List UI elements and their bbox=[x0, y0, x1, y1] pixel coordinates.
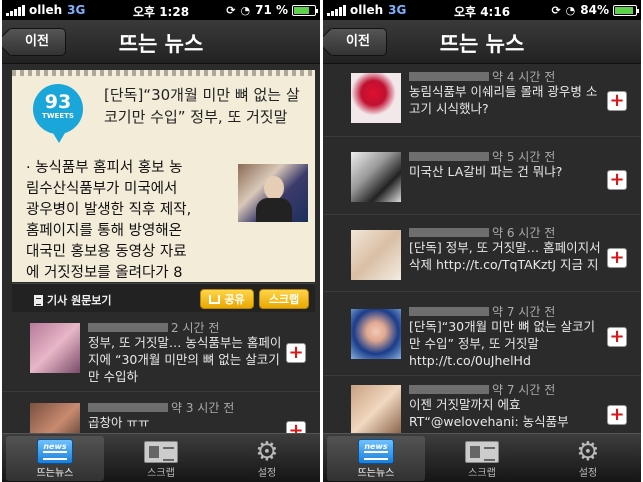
news-icon: news bbox=[357, 439, 394, 464]
username-blurred bbox=[88, 323, 168, 332]
battery-icon bbox=[613, 4, 639, 16]
post-text: 미국산 LA갈비 파는 건 뭐냐? bbox=[409, 164, 563, 179]
gear-icon: ⚙ bbox=[255, 437, 279, 467]
post-text: [단독] 정부, 또 거짓말… 홈페이지서 삭제 http://t.co/TqT… bbox=[409, 240, 601, 272]
rotation-lock-icon: ⟳ bbox=[226, 3, 236, 17]
post-time: 약 5 시간 전 bbox=[492, 150, 556, 164]
list-item[interactable]: 약 7 시간 전 이젠 거짓말까지 에효 RT“@welovehani: 농식품… bbox=[323, 377, 641, 437]
avatar bbox=[351, 385, 401, 435]
list-item[interactable]: 약 4 시간 전 농림식품부 이쉐리들 몰래 광우병 소고기 시식했나? + bbox=[323, 65, 641, 137]
username-blurred bbox=[409, 228, 489, 237]
post-text: [단독]“30개월 미만 뼈 없는 살코기만 수입” 정부, 또 거짓말 htt… bbox=[409, 319, 596, 368]
left-screen: olleh 3G 오후 1:28 ⟳ ◔ 71 % 이전 뜨는 뉴스 93 TW… bbox=[2, 0, 320, 482]
share-icon bbox=[209, 295, 221, 304]
avatar bbox=[30, 323, 80, 373]
tab-settings[interactable]: ⚙ 설정 bbox=[535, 434, 641, 482]
alarm-icon: ◔ bbox=[240, 3, 251, 17]
gear-icon: ⚙ bbox=[576, 437, 600, 467]
avatar bbox=[351, 309, 401, 359]
status-bar: olleh 3G 오후 1:28 ⟳ ◔ 71 % bbox=[2, 0, 320, 20]
username-blurred bbox=[409, 385, 489, 394]
post-time: 약 7 시간 전 bbox=[492, 305, 556, 319]
body-line: 대국민 홍보용 동영상 자료 bbox=[26, 244, 187, 260]
list-item[interactable]: 약 5 시간 전 미국산 LA갈비 파는 건 뭐냐? + bbox=[323, 138, 641, 215]
scrap-icon bbox=[464, 441, 499, 463]
post-text: 정부, 또 거짓말… 농식품부는 홈페이지에 “30개월 미만의 뼈 없는 살코… bbox=[88, 335, 282, 384]
tab-scrap[interactable]: 스크랩 bbox=[108, 434, 214, 482]
original-article-link[interactable]: 기사 원문보기 bbox=[34, 292, 112, 308]
rotation-lock-icon: ⟳ bbox=[551, 3, 561, 17]
username-blurred bbox=[409, 152, 489, 161]
share-button[interactable]: 공유 bbox=[200, 289, 254, 309]
tab-scrap[interactable]: 스크랩 bbox=[429, 434, 535, 482]
post-time: 약 6 시간 전 bbox=[492, 226, 556, 240]
tab-settings[interactable]: ⚙ 설정 bbox=[214, 434, 320, 482]
document-icon bbox=[34, 294, 43, 306]
article-action-bar: 기사 원문보기 공유 스크랩 bbox=[12, 283, 315, 312]
tab-bar: news 뜨는뉴스 스크랩 ⚙ 설정 bbox=[323, 433, 641, 482]
nav-bar: 이전 뜨는 뉴스 bbox=[2, 20, 320, 64]
nav-bar: 이전 뜨는 뉴스 bbox=[323, 20, 641, 64]
post-time: 약 3 시간 전 bbox=[171, 401, 235, 415]
battery-percent: 84% bbox=[580, 3, 609, 17]
tweet-count-badge: 93 TWEETS bbox=[33, 84, 83, 143]
alarm-icon: ◔ bbox=[565, 3, 576, 17]
add-button[interactable]: + bbox=[607, 91, 627, 111]
post-text: 곱창아 ㅠㅠ bbox=[88, 415, 150, 430]
body-line: 홈페이지를 통해 방영해온 bbox=[26, 223, 182, 239]
post-time: 약 4 시간 전 bbox=[492, 70, 556, 84]
avatar bbox=[351, 152, 401, 202]
status-bar: olleh 3G 오후 4:16 ⟳ ◔ 84% bbox=[323, 0, 641, 20]
username-blurred bbox=[88, 403, 168, 412]
add-button[interactable]: + bbox=[607, 405, 627, 425]
tab-trending-news[interactable]: news 뜨는뉴스 bbox=[323, 434, 429, 482]
tweet-count-label: TWEETS bbox=[42, 112, 74, 120]
battery-icon bbox=[292, 4, 318, 16]
list-item[interactable]: 약 7 시간 전 [단독]“30개월 미만 뼈 없는 살코기만 수입” 정부, … bbox=[323, 293, 641, 376]
tab-trending-news[interactable]: news 뜨는뉴스 bbox=[2, 434, 108, 482]
page-title: 뜨는 뉴스 bbox=[439, 32, 525, 56]
list-item[interactable]: 2 시간 전 정부, 또 거짓말… 농식품부는 홈페이지에 “30개월 미만의 … bbox=[2, 313, 320, 392]
add-button[interactable]: + bbox=[607, 170, 627, 190]
right-screen: olleh 3G 오후 4:16 ⟳ ◔ 84% 이전 뜨는 뉴스 약 4 시간… bbox=[323, 0, 641, 482]
post-text: 이젠 거짓말까지 에효 RT“@welovehani: 농식품부 bbox=[409, 397, 569, 429]
card-perforation bbox=[12, 70, 315, 76]
tab-bar: news 뜨는뉴스 스크랩 ⚙ 설정 bbox=[2, 433, 320, 482]
username-blurred bbox=[409, 72, 489, 81]
add-button[interactable]: + bbox=[607, 327, 627, 347]
article-photo bbox=[238, 164, 308, 222]
post-time: 2 시간 전 bbox=[171, 321, 220, 335]
scrap-button[interactable]: 스크랩 bbox=[259, 289, 309, 309]
list-item[interactable]: 약 6 시간 전 [단독] 정부, 또 거짓말… 홈페이지서 삭제 http:/… bbox=[323, 216, 641, 292]
add-button[interactable]: + bbox=[607, 248, 627, 268]
add-button[interactable]: + bbox=[286, 343, 306, 363]
post-text: 농림식품부 이쉐리들 몰래 광우병 소고기 시식했나? bbox=[409, 84, 598, 116]
featured-article-card[interactable]: 93 TWEETS [단독]“30개월 미만 뼈 없는 살코기만 수입” 정부,… bbox=[12, 70, 315, 282]
post-time: 약 7 시간 전 bbox=[492, 383, 556, 397]
page-title: 뜨는 뉴스 bbox=[118, 32, 204, 56]
scrap-icon bbox=[143, 441, 178, 463]
battery-percent: 71 % bbox=[255, 3, 288, 17]
username-blurred bbox=[409, 307, 489, 316]
featured-title: [단독]“30개월 미만 뼈 없는 살코기만 수입” 정부, 또 거짓말 bbox=[104, 86, 300, 126]
avatar bbox=[351, 73, 401, 123]
avatar bbox=[351, 230, 401, 280]
body-line: 에 거짓정보를 올려다가 8 bbox=[26, 265, 183, 281]
tweet-count: 93 bbox=[44, 91, 72, 113]
news-icon: news bbox=[36, 439, 73, 464]
